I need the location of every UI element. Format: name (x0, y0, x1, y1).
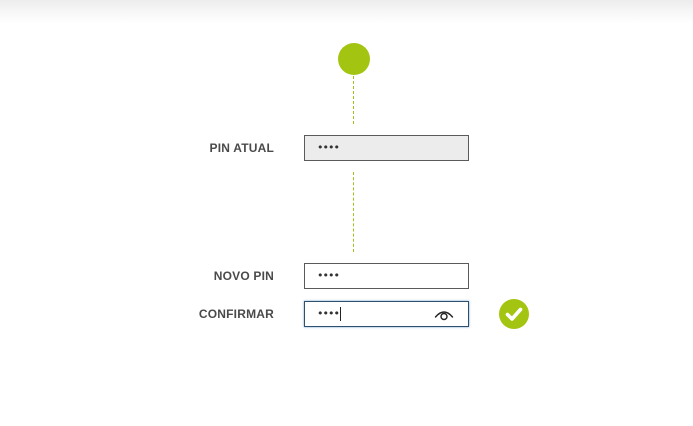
current-pin-field: •••• (304, 135, 469, 161)
step-connector (353, 172, 354, 252)
new-pin-field[interactable]: •••• (304, 263, 469, 289)
current-pin-label: PIN ATUAL (209, 141, 274, 155)
eye-icon[interactable] (434, 307, 454, 321)
top-shadow (0, 0, 693, 24)
step-connector (353, 76, 354, 124)
checkmark-icon (499, 299, 529, 329)
confirm-pin-field[interactable]: •••• (304, 301, 469, 327)
confirm-pin-value: •••• (317, 307, 340, 320)
step-dot-icon (338, 43, 370, 75)
text-caret (339, 307, 341, 321)
new-pin-value: •••• (317, 269, 340, 282)
current-pin-value: •••• (317, 141, 340, 154)
new-pin-label: NOVO PIN (213, 269, 274, 283)
confirm-pin-label: CONFIRMAR (198, 307, 274, 321)
